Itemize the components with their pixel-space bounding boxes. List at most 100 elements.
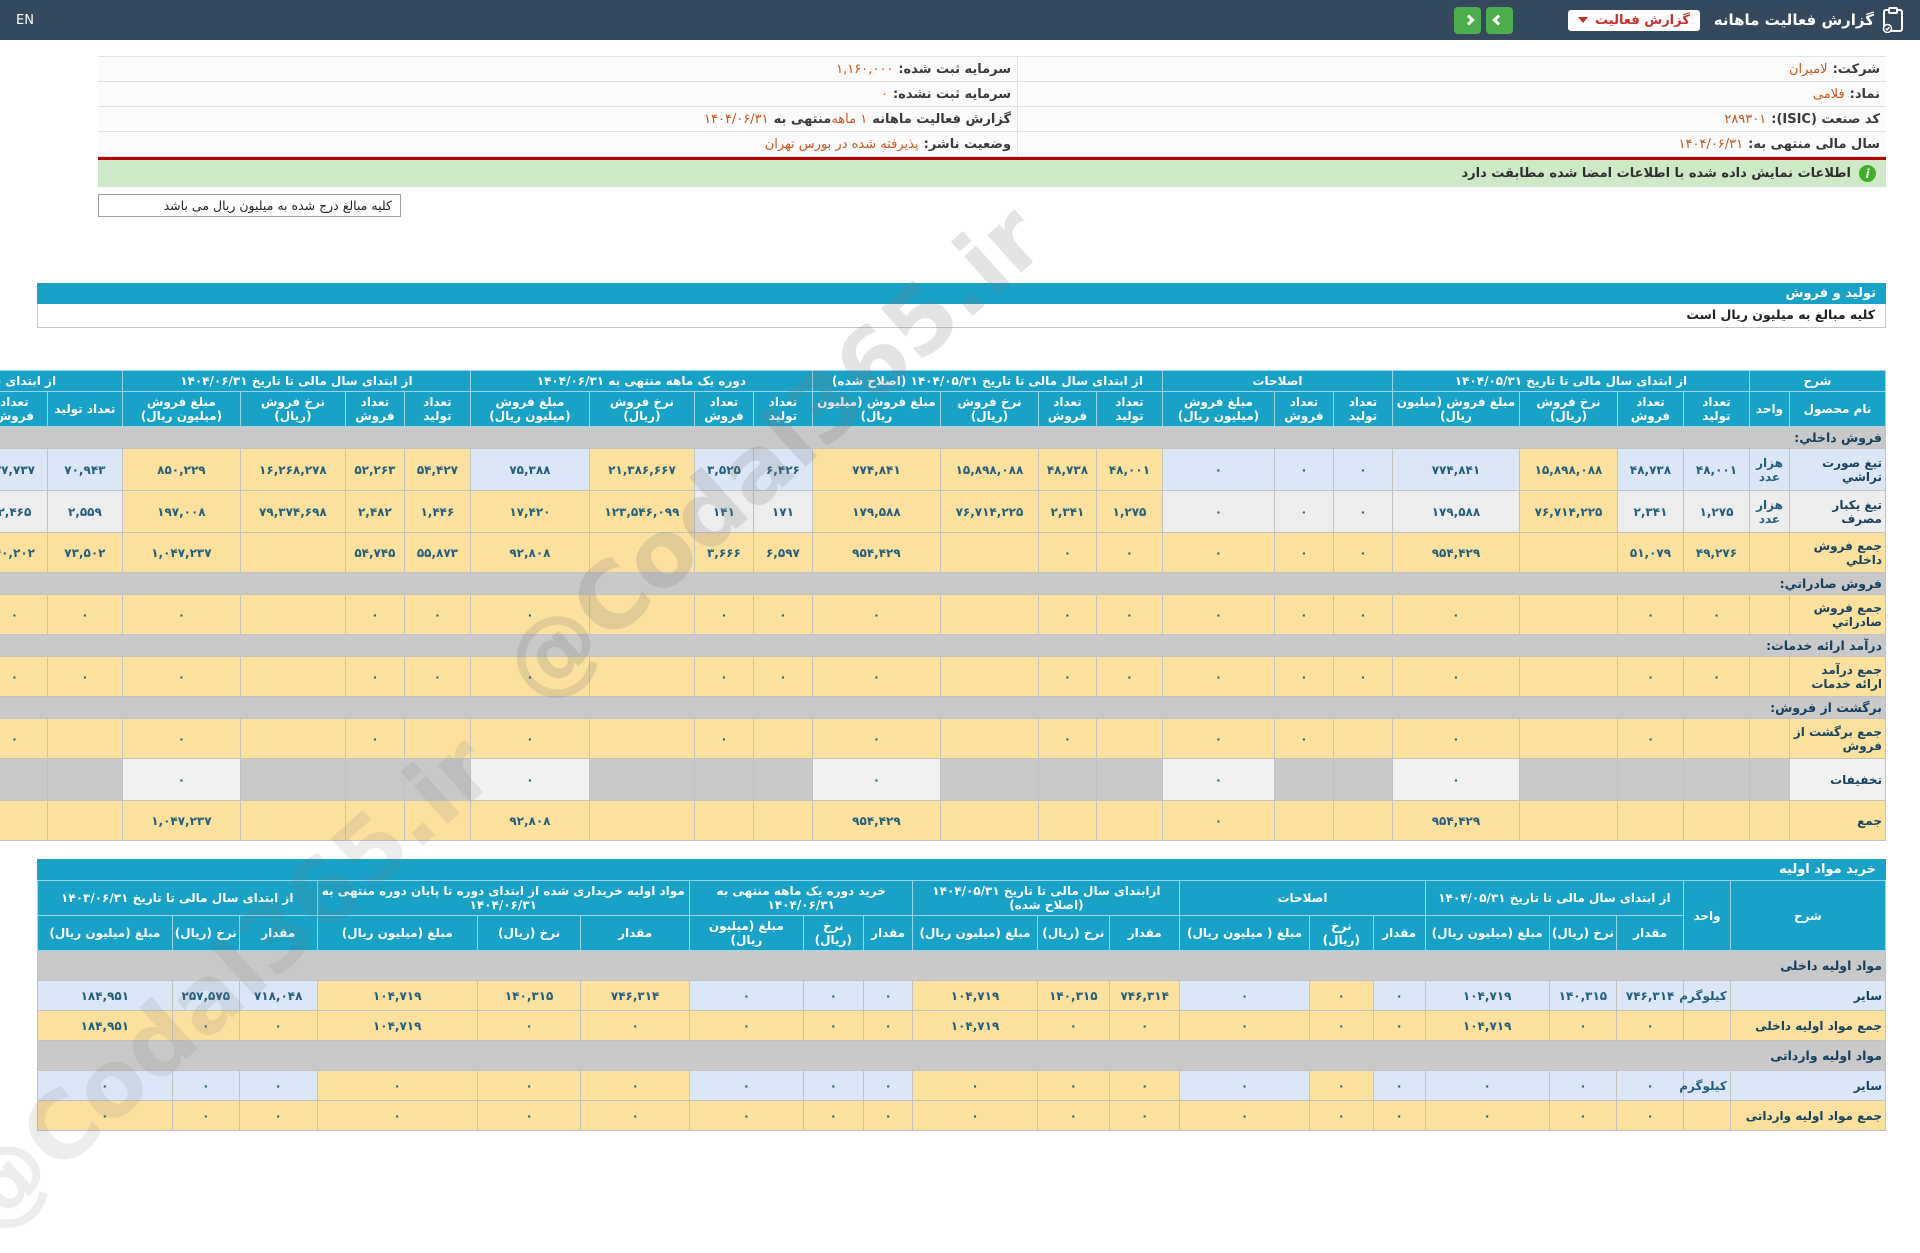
value-cell: ۰ bbox=[1161, 448, 1275, 491]
value-cell: ۰ bbox=[171, 1070, 240, 1101]
value-cell: ۷۷۴,۸۴۱ bbox=[1391, 448, 1520, 491]
value-cell: ۰ bbox=[1161, 758, 1275, 801]
value-cell: ۰ bbox=[693, 594, 754, 635]
company-info-left-column: سرمایه ثبت شده: ۱,۱۶۰,۰۰۰ سرمایه ثبت نشده:… bbox=[98, 57, 1019, 157]
info-value: فلامی bbox=[1812, 86, 1845, 102]
value-cell: ۰ bbox=[1179, 1010, 1310, 1041]
value-cell: ۰ bbox=[1391, 718, 1520, 759]
value-cell bbox=[939, 594, 1039, 635]
language-toggle[interactable]: EN bbox=[16, 13, 34, 28]
table-row: جمع۹۵۴,۴۲۹۰۹۵۴,۴۲۹۹۲,۸۰۸۱,۰۴۷,۲۳۷۵۳۳,۷۹۳ bbox=[0, 800, 1886, 841]
header-subcol-2-0: تعداد تولید bbox=[1095, 391, 1163, 427]
value-cell bbox=[403, 800, 471, 841]
value-cell: ۰ bbox=[811, 758, 941, 801]
value-cell: ۴۸,۷۳۸ bbox=[1037, 448, 1097, 491]
value-cell: ۱۷,۴۲۰ bbox=[469, 490, 590, 533]
value-cell bbox=[1682, 718, 1750, 759]
unit-cell: کیلوگرم bbox=[1679, 1070, 1731, 1101]
value-cell: ۶,۵۹۷ bbox=[752, 532, 813, 573]
value-cell: ۱۰۴,۷۱۹ bbox=[316, 1010, 478, 1041]
value-cell bbox=[344, 800, 405, 841]
header-subcol-1-2: مبلغ فروش (میلیون ریال) bbox=[1161, 391, 1275, 427]
value-cell: ۰ bbox=[37, 1100, 173, 1131]
signed-data-notice: i اطلاعات نمایش داده شده با اطلاعات امضا… bbox=[98, 157, 1886, 187]
value-cell: ۰ bbox=[476, 1100, 582, 1131]
value-cell: ۱۷۱ bbox=[752, 490, 813, 533]
chevron-left-icon bbox=[1492, 14, 1504, 26]
header-subcol-1-0: مقدار bbox=[1372, 915, 1426, 951]
value-cell: ۰ bbox=[1682, 594, 1750, 635]
value-cell: ۰ bbox=[862, 1100, 914, 1131]
value-cell: ۰ bbox=[1037, 532, 1097, 573]
value-cell: ۰ bbox=[802, 1010, 864, 1041]
value-cell: ۰ bbox=[752, 594, 813, 635]
value-cell: ۰ bbox=[1273, 490, 1334, 533]
report-type-label: گزارش فعالیت bbox=[1595, 12, 1690, 28]
value-cell: ۰ bbox=[1273, 594, 1334, 635]
row-label: تخفیفات bbox=[1789, 758, 1886, 801]
value-cell: ۲,۳۴۱ bbox=[1616, 490, 1684, 533]
report-nav-buttons bbox=[1454, 6, 1514, 34]
next-report-button[interactable] bbox=[1454, 6, 1482, 34]
row-label: تيغ صورت تراشي bbox=[1789, 448, 1886, 491]
value-cell: ۱۰۴,۷۱۹ bbox=[1424, 1010, 1550, 1041]
header-group-desc: شرح bbox=[1748, 370, 1887, 392]
header-subcol-0-2: نرخ فروش (ریال) bbox=[1518, 391, 1618, 427]
production-sales-section-title: تولید و فروش bbox=[37, 283, 1886, 304]
value-cell: ۱,۰۴۷,۲۳۷ bbox=[121, 800, 241, 841]
header-subcol-1-2: مبلغ ( میلیون ریال) bbox=[1179, 915, 1310, 951]
amounts-note-wrap: کلیه مبالغ درج شده به میلیون ریال می باش… bbox=[0, 194, 1920, 217]
value-cell: ۰ bbox=[1179, 980, 1310, 1011]
value-cell: ۱۴۱ bbox=[693, 490, 754, 533]
report-type-dropdown[interactable]: گزارش فعالیت bbox=[1568, 9, 1700, 31]
value-cell: ۱۸۴,۹۵۱ bbox=[37, 1010, 173, 1041]
header-group-0: از ابتدای سال مالی تا تاریخ ۱۴۰۴/۰۵/۳۱ bbox=[1391, 370, 1750, 392]
info-label: نماد: bbox=[1849, 86, 1880, 102]
top-navbar: گزارش فعالیت ماهانه گزارش فعالیت EN bbox=[0, 0, 1920, 40]
value-cell bbox=[939, 800, 1039, 841]
value-cell: ۰ bbox=[1308, 1070, 1374, 1101]
value-cell bbox=[1332, 800, 1393, 841]
info-label: کد صنعت (ISIC): bbox=[1771, 111, 1880, 127]
company-info-row: گزارش فعالیت ماهانه ۱ ماهه منتهی به ۱۴۰۴… bbox=[98, 107, 1019, 132]
header-subcol-3-2: مبلغ (میلیون ریال) bbox=[688, 915, 804, 951]
row-label: سایر bbox=[1729, 1070, 1887, 1101]
value-cell bbox=[588, 532, 695, 573]
value-cell: ۰ bbox=[403, 656, 471, 697]
value-cell bbox=[1273, 800, 1334, 841]
value-cell: ۷۷۴,۸۴۱ bbox=[811, 448, 941, 491]
value-cell: ۲۵۷,۵۷۵ bbox=[171, 980, 240, 1011]
value-cell: ۰ bbox=[811, 718, 941, 759]
header-subcol-0-3: مبلغ فروش (میلیون ریال) bbox=[1391, 391, 1520, 427]
value-cell bbox=[939, 718, 1039, 759]
unit-cell bbox=[1748, 800, 1791, 841]
value-cell: ۰ bbox=[811, 594, 941, 635]
value-cell: ۰ bbox=[476, 1070, 582, 1101]
chevron-down-icon bbox=[1578, 17, 1589, 23]
value-cell: ۰ bbox=[912, 1100, 1038, 1131]
value-cell: ۰ bbox=[1616, 718, 1684, 759]
value-cell bbox=[588, 656, 695, 697]
header-subcol-5-2: مبلغ (میلیون ریال) bbox=[37, 915, 173, 951]
row-label: جمع فروش داخلي bbox=[1789, 532, 1886, 573]
header-subcol-3-0: مقدار bbox=[862, 915, 914, 951]
value-cell: ۰ bbox=[1308, 1100, 1374, 1131]
value-cell bbox=[239, 656, 346, 697]
previous-report-button[interactable] bbox=[1486, 6, 1514, 34]
value-cell: ۰ bbox=[580, 1010, 690, 1041]
header-subcol-0-1: تعداد فروش bbox=[1616, 391, 1684, 427]
value-cell: ۰ bbox=[1616, 1070, 1685, 1101]
amounts-note-box: کلیه مبالغ درج شده به میلیون ریال می باش… bbox=[98, 194, 401, 217]
value-cell: ۰ bbox=[580, 1100, 690, 1131]
value-cell: ۸۵۰,۲۲۹ bbox=[121, 448, 241, 491]
value-cell: ۰ bbox=[693, 718, 754, 759]
value-cell bbox=[939, 656, 1039, 697]
header-subcol-3-1: نرخ (ریال) bbox=[802, 915, 864, 951]
value-cell: ۷۳,۵۰۲ bbox=[46, 532, 123, 573]
value-cell: ۶,۴۲۶ bbox=[752, 448, 813, 491]
unit-cell bbox=[1683, 1010, 1731, 1041]
company-info-panel: شرکت: لامیران نماد: فلامی کد صنعت (ISIC): ۲۸۹… bbox=[98, 56, 1886, 157]
value-cell: ۴۸,۰۰۱ bbox=[1095, 448, 1163, 491]
value-cell: ۷۵,۳۸۸ bbox=[469, 448, 590, 491]
value-cell: ۰ bbox=[37, 1070, 173, 1101]
